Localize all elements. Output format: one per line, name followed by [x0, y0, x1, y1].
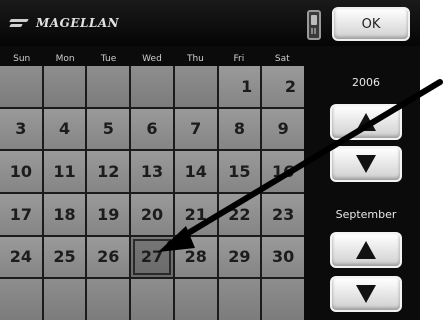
gps-device-icon: [307, 10, 321, 40]
weekday-label: Fri: [233, 54, 245, 64]
day-cell[interactable]: 7: [174, 108, 217, 150]
day-cell[interactable]: 3: [0, 108, 42, 150]
day-cell[interactable]: [43, 66, 86, 107]
day-cell[interactable]: 6: [131, 108, 173, 150]
day-cell[interactable]: [218, 279, 261, 320]
weekday-label: Sun: [13, 54, 31, 64]
day-cell[interactable]: 26: [87, 236, 130, 278]
day-cell[interactable]: 9: [262, 108, 304, 150]
day-cell[interactable]: [0, 279, 42, 320]
weekday-label: Tue: [100, 54, 117, 64]
day-cell[interactable]: 22: [218, 194, 261, 235]
header-bar: MAGELLAN OK: [0, 0, 420, 46]
year-label: 2006: [352, 76, 380, 89]
day-cell[interactable]: [0, 66, 42, 107]
day-cell[interactable]: 17: [0, 194, 42, 235]
month-label: September: [335, 208, 397, 221]
up-arrow-icon: [356, 241, 376, 259]
day-cell[interactable]: 13: [131, 151, 173, 192]
day-cell[interactable]: 2: [262, 66, 304, 107]
down-arrow-icon: [356, 155, 376, 173]
day-cell[interactable]: 30: [262, 236, 304, 278]
calendar-screen: MAGELLAN OK Sun Mon Tue Wed Thu Fri Sat …: [0, 0, 420, 320]
day-cell[interactable]: 11: [43, 151, 86, 192]
day-cell[interactable]: 16: [262, 151, 304, 192]
day-cell[interactable]: 12: [87, 151, 130, 192]
day-cell[interactable]: 8: [218, 108, 261, 150]
down-arrow-icon: [356, 285, 376, 303]
day-cell[interactable]: [174, 279, 217, 320]
day-cell[interactable]: 19: [87, 194, 130, 235]
day-cell[interactable]: 1: [218, 66, 261, 107]
weekday-header: Sun Mon Tue Wed Thu Fri Sat: [0, 52, 304, 66]
month-up-button[interactable]: [330, 232, 402, 268]
date-selector-panel: 2006 September: [312, 46, 420, 320]
calendar-grid: 1 2 3 4 5 6 7 8 9 10 11 12 13 14 15 16 17 18 19 20 21 22 23 24 2…: [0, 66, 304, 320]
day-cell[interactable]: 29: [218, 236, 261, 278]
day-cell[interactable]: [43, 279, 86, 320]
year-down-button[interactable]: [330, 146, 402, 182]
day-cell[interactable]: 14: [174, 151, 217, 192]
year-up-button[interactable]: [330, 104, 402, 140]
up-arrow-icon: [356, 113, 376, 131]
day-cell[interactable]: 5: [87, 108, 130, 150]
day-cell[interactable]: 20: [131, 194, 173, 235]
day-cell[interactable]: [131, 66, 173, 107]
day-cell[interactable]: [131, 279, 173, 320]
logo-mark-icon: [10, 18, 30, 28]
selected-day-cell[interactable]: 27: [131, 236, 173, 278]
weekday-label: Mon: [55, 54, 75, 64]
day-cell[interactable]: 10: [0, 151, 42, 192]
day-cell[interactable]: [87, 66, 130, 107]
day-cell[interactable]: [262, 279, 304, 320]
day-cell[interactable]: [174, 66, 217, 107]
weekday-label: Sat: [274, 54, 290, 64]
day-cell[interactable]: 25: [43, 236, 86, 278]
day-cell[interactable]: 23: [262, 194, 304, 235]
day-cell[interactable]: 15: [218, 151, 261, 192]
month-down-button[interactable]: [330, 276, 402, 312]
weekday-label: Thu: [186, 54, 204, 64]
logo-text: MAGELLAN: [36, 16, 120, 30]
day-cell[interactable]: 28: [174, 236, 217, 278]
brand-logo: MAGELLAN: [10, 12, 119, 34]
day-cell[interactable]: 4: [43, 108, 86, 150]
day-cell[interactable]: [87, 279, 130, 320]
weekday-label: Wed: [142, 54, 162, 64]
ok-button[interactable]: OK: [332, 7, 410, 41]
day-cell[interactable]: 18: [43, 194, 86, 235]
day-cell[interactable]: 24: [0, 236, 42, 278]
day-cell[interactable]: 21: [174, 194, 217, 235]
